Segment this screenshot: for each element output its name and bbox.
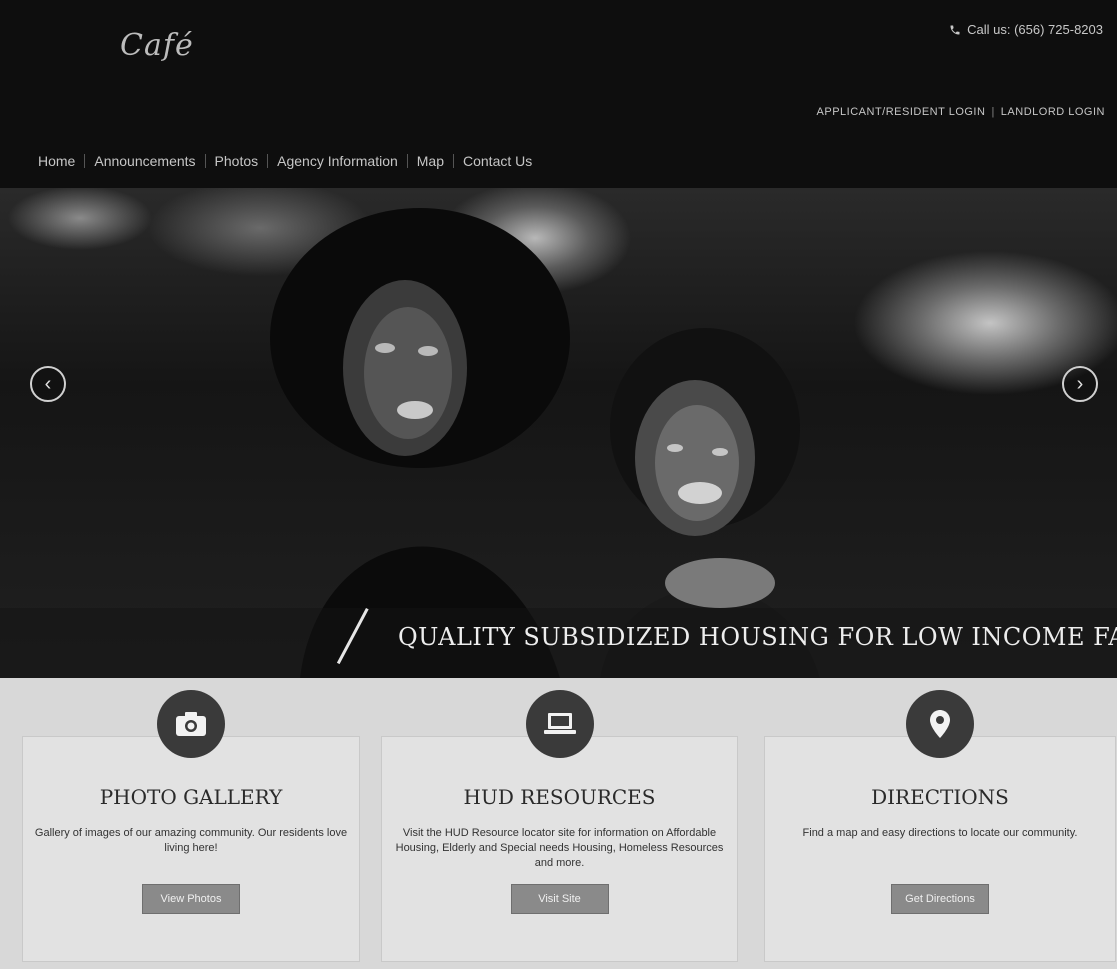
nav-announcements[interactable]: Announcements [85,154,206,168]
slider-prev-button[interactable]: ‹ [30,366,66,402]
nav-map[interactable]: Map [408,154,454,168]
nav-contact-us[interactable]: Contact Us [454,154,541,168]
card-title: HUD RESOURCES [463,785,656,809]
chevron-left-icon: ‹ [44,372,52,395]
card-text: Visit the HUD Resource locator site for … [395,827,724,869]
login-links: APPLICANT/RESIDENT LOGIN | LANDLORD LOGI… [817,106,1105,118]
view-photos-button[interactable]: View Photos [142,884,240,914]
slider-next-button[interactable]: › [1062,366,1098,402]
hero-slider: ‹ › QUALITY SUBSIDIZED HOUSING FOR LOW I… [0,188,1117,678]
card-title: DIRECTIONS [871,785,1009,809]
landlord-login-link[interactable]: LANDLORD LOGIN [1001,106,1105,118]
visit-site-button[interactable]: Visit Site [510,884,609,914]
hero-photo [0,208,1117,678]
applicant-login-link[interactable]: APPLICANT/RESIDENT LOGIN [817,106,986,118]
phone-icon [949,24,961,36]
nav-home[interactable]: Home [38,154,86,168]
camera-icon[interactable] [157,690,225,758]
card-photo-gallery: PHOTO GALLERY Gallery of images of our a… [22,690,360,962]
phone-number: Call us: (656) 725-8203 [967,22,1103,37]
site-header: Café Call us: (656) 725-8203 APPLICANT/R… [0,0,1117,188]
login-separator: | [991,106,995,118]
nav-agency-information[interactable]: Agency Information [268,154,408,168]
card-text: Find a map and easy directions to locate… [802,827,1078,839]
feature-cards: PHOTO GALLERY Gallery of images of our a… [0,678,1117,969]
card-hud-resources: HUD RESOURCES Visit the HUD Resource loc… [381,690,738,962]
card-title: PHOTO GALLERY [99,785,283,809]
laptop-icon[interactable] [525,690,594,758]
main-nav: Home Announcements Photos Agency Informa… [38,154,541,168]
chevron-right-icon: › [1076,372,1084,395]
card-text: Gallery of images of our amazing communi… [34,827,348,854]
site-logo[interactable]: Café [120,28,194,63]
card-directions: DIRECTIONS Find a map and easy direction… [764,690,1116,962]
nav-photos[interactable]: Photos [206,154,269,168]
get-directions-button[interactable]: Get Directions [891,884,989,914]
map-pin-icon[interactable] [906,690,974,758]
phone-contact[interactable]: Call us: (656) 725-8203 [949,22,1103,37]
hero-tagline: QUALITY SUBSIDIZED HOUSING FOR LOW INCOM… [398,623,1117,651]
